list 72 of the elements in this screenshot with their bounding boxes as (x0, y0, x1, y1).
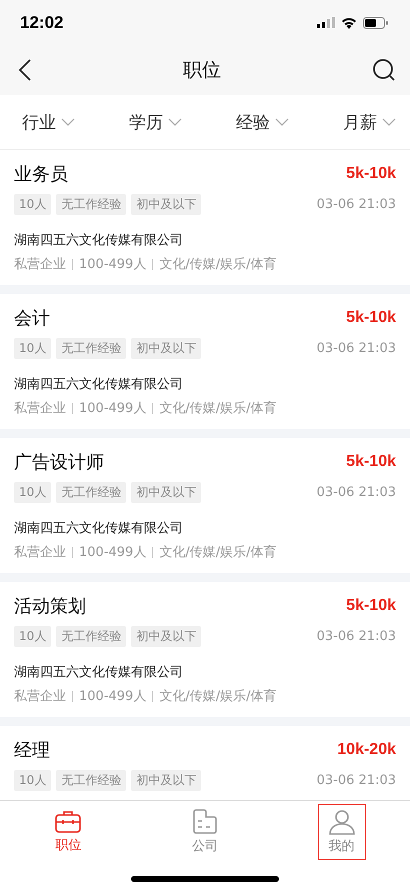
job-tag: 无工作经验 (56, 338, 126, 359)
job-title: 业务员 (14, 163, 68, 186)
company-name: 湖南四五六文化传媒有限公司 (14, 232, 184, 249)
company-info: 100-499人 (79, 688, 146, 705)
job-tag: 10人 (14, 338, 52, 359)
job-tag: 10人 (14, 194, 52, 215)
person-icon (328, 809, 355, 835)
search-button[interactable] (372, 58, 396, 82)
job-card[interactable]: 业务员 5k-10k 10人 无工作经验 初中及以下 03-06 21:03 湖南四五六文化传媒有限公司 私营企业 100-499人 文化/传媒/娱乐/体育 (0, 150, 410, 285)
job-tag: 无工作经验 (56, 482, 126, 503)
job-tag: 初中及以下 (131, 194, 202, 215)
company-name: 湖南四五六文化传媒有限公司 (14, 376, 184, 393)
company-info: 私营企业 (14, 688, 66, 705)
company-info: 私营企业 (14, 256, 66, 273)
post-time: 03-06 21:03 (316, 773, 396, 788)
company-info: 文化/传媒/娱乐/体育 (159, 400, 276, 417)
job-card[interactable]: 广告设计师 5k-10k 10人 无工作经验 初中及以下 03-06 21:03 湖南四五六文化传媒有限公司 私营企业 100-499人 文化/传媒/娱乐/体育 (0, 438, 410, 573)
briefcase-icon (55, 810, 82, 834)
signal-icon (317, 17, 335, 28)
status-time: 12:02 (20, 12, 64, 32)
company-info: 100-499人 (79, 256, 146, 273)
back-button[interactable] (18, 58, 32, 82)
company-name: 湖南四五六文化传媒有限公司 (14, 664, 184, 681)
nav-tab[interactable]: 公司 (180, 804, 229, 860)
filter-dropdown[interactable]: 月薪 (343, 110, 396, 134)
building-icon (192, 809, 218, 835)
company-name: 湖南四五六文化传媒有限公司 (14, 520, 184, 537)
company-info: 文化/传媒/娱乐/体育 (159, 544, 276, 561)
filter-dropdown[interactable]: 学历 (129, 110, 182, 134)
company-info: 私营企业 (14, 400, 66, 417)
salary: 5k-10k (346, 597, 396, 615)
job-card[interactable]: 经理 10k-20k 10人 无工作经验 初中及以下 03-06 21:03 (0, 726, 410, 800)
post-time: 03-06 21:03 (316, 485, 396, 500)
nav-tab[interactable]: 职位 (44, 805, 92, 859)
job-tag: 初中及以下 (131, 338, 202, 359)
job-tag: 初中及以下 (131, 482, 202, 503)
company-info: 私营企业 (14, 544, 66, 561)
chevron-down-icon (168, 118, 182, 126)
chevron-down-icon (61, 118, 75, 126)
job-tag: 无工作经验 (56, 194, 126, 215)
wifi-icon (341, 16, 357, 28)
battery-icon (363, 16, 388, 28)
salary: 10k-20k (337, 741, 396, 759)
job-tag: 10人 (14, 770, 52, 791)
job-tag: 无工作经验 (56, 626, 126, 647)
salary: 5k-10k (346, 165, 396, 183)
chevron-down-icon (382, 118, 396, 126)
job-tag: 10人 (14, 482, 52, 503)
filter-dropdown[interactable]: 行业 (22, 110, 75, 134)
company-info: 100-499人 (79, 544, 146, 561)
job-tag: 初中及以下 (131, 770, 202, 791)
company-info: 文化/传媒/娱乐/体育 (159, 256, 276, 273)
job-title: 广告设计师 (14, 451, 104, 474)
salary: 5k-10k (346, 453, 396, 471)
job-card[interactable]: 活动策划 5k-10k 10人 无工作经验 初中及以下 03-06 21:03 湖南四五六文化传媒有限公司 私营企业 100-499人 文化/传媒/娱乐/体育 (0, 582, 410, 717)
job-title: 经理 (14, 739, 50, 762)
post-time: 03-06 21:03 (316, 197, 396, 212)
job-tag: 初中及以下 (131, 626, 202, 647)
company-info: 100-499人 (79, 400, 146, 417)
page-title: 职位 (183, 58, 221, 83)
job-tag: 10人 (14, 626, 52, 647)
salary: 5k-10k (346, 309, 396, 327)
post-time: 03-06 21:03 (316, 341, 396, 356)
post-time: 03-06 21:03 (316, 629, 396, 644)
job-card[interactable]: 会计 5k-10k 10人 无工作经验 初中及以下 03-06 21:03 湖南四五六文化传媒有限公司 私营企业 100-499人 文化/传媒/娱乐/体育 (0, 294, 410, 429)
job-title: 会计 (14, 307, 50, 330)
job-tag: 无工作经验 (56, 770, 126, 791)
chevron-down-icon (275, 118, 289, 126)
filter-dropdown[interactable]: 经验 (236, 110, 289, 134)
company-info: 文化/传媒/娱乐/体育 (159, 688, 276, 705)
nav-tab[interactable]: 我的 (318, 804, 366, 860)
job-title: 活动策划 (14, 595, 86, 618)
